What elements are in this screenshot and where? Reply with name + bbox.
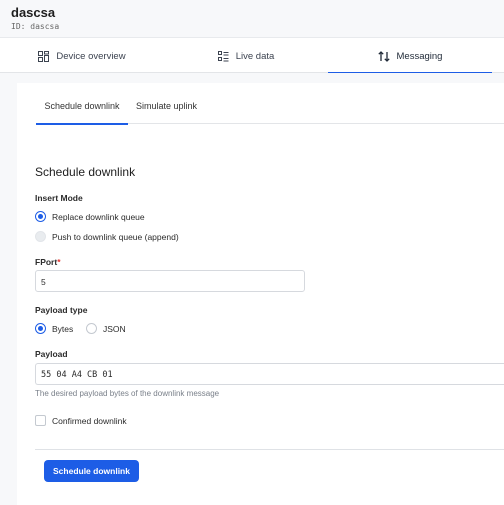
tab-label: Live data	[235, 50, 275, 62]
subtab-simulate-uplink[interactable]: Simulate uplink	[136, 100, 216, 124]
form-title: Schedule downlink	[35, 165, 136, 179]
radio-label: Push to downlink queue (append)	[52, 231, 179, 242]
insert-mode-label: Insert Mode	[35, 193, 83, 203]
schedule-downlink-button[interactable]: Schedule downlink	[44, 460, 139, 482]
tab-label: Messaging	[396, 50, 443, 62]
tab-messaging[interactable]: Messaging	[328, 39, 492, 74]
payload-type-label: Payload type	[35, 305, 88, 315]
required-marker: *	[57, 257, 61, 267]
fport-label-text: FPort	[35, 257, 58, 267]
messaging-icon	[377, 50, 390, 62]
radio-replace-queue[interactable]: Replace downlink queue	[35, 211, 145, 222]
sub-tabs: Schedule downlink Simulate uplink	[36, 100, 504, 125]
subtab-schedule-downlink[interactable]: Schedule downlink	[36, 100, 128, 125]
device-overview-icon	[38, 50, 50, 62]
payload-label: Payload	[35, 349, 68, 359]
radio-label: Replace downlink queue	[52, 211, 145, 222]
tab-live-data[interactable]: Live data	[164, 39, 328, 73]
radio-push-append[interactable]: Push to downlink queue (append)	[35, 231, 179, 242]
confirmed-downlink-checkbox[interactable]: Confirmed downlink	[35, 415, 127, 426]
messaging-card: Schedule downlink Simulate uplink Schedu…	[17, 83, 504, 505]
content-panel: Schedule downlink Simulate uplink Schedu…	[0, 73, 504, 505]
radio-button[interactable]	[35, 231, 46, 242]
radio-button-checked[interactable]	[35, 211, 46, 222]
radio-button-checked[interactable]	[35, 323, 46, 334]
form-divider	[35, 449, 504, 450]
radio-bytes[interactable]: Bytes	[35, 323, 73, 334]
tab-label: Device overview	[56, 50, 126, 62]
device-id-line: ID: dascsa	[11, 22, 60, 31]
payload-value: 55 04 A4 CB 01	[41, 370, 113, 380]
main-tabs: Device overview Live data Messaging	[0, 39, 504, 74]
checkbox[interactable]	[35, 415, 46, 426]
checkbox-label: Confirmed downlink	[52, 415, 127, 426]
live-data-icon	[217, 50, 229, 61]
fport-label: FPort*	[35, 257, 61, 267]
tab-device-overview[interactable]: Device overview	[0, 39, 164, 73]
device-header: dascsa ID: dascsa	[0, 0, 504, 38]
payload-input[interactable]: 55 04 A4 CB 01	[35, 363, 504, 385]
radio-json[interactable]: JSON	[86, 323, 126, 334]
radio-label: JSON	[103, 323, 126, 334]
fport-input[interactable]: 5	[35, 270, 305, 292]
device-title: dascsa	[11, 5, 56, 20]
payload-help-text: The desired payload bytes of the downlin…	[35, 389, 220, 398]
radio-label: Bytes	[52, 323, 74, 334]
radio-button[interactable]	[86, 323, 97, 334]
fport-value: 5	[41, 277, 46, 287]
